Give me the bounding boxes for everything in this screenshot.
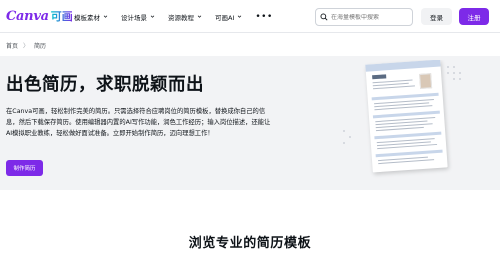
resume-preview-image — [365, 60, 448, 173]
make-resume-button[interactable]: 制作简历 — [6, 160, 43, 176]
section-title: 浏览专业的简历模板 — [188, 236, 312, 251]
search-input[interactable] — [331, 13, 411, 21]
hero-title: 出色简历，求职脱颖而出 — [6, 75, 204, 95]
nav-resources-label: 资源教程 — [168, 13, 194, 22]
nav-canva-ai[interactable]: 可画AI — [215, 12, 242, 22]
nav-resources[interactable]: 资源教程 — [168, 12, 202, 22]
chevron-down-icon — [197, 15, 202, 18]
nav-templates-label: 模板素材 — [74, 13, 100, 22]
chevron-down-icon — [238, 15, 242, 18]
hero-description: 在Canva可画，轻松制作完美的简历。只需选择符合应聘岗位的简历模板，替换成你自… — [6, 108, 271, 137]
profile-photo — [419, 73, 433, 89]
logo-chinese: 可画 — [50, 10, 73, 23]
nav-templates[interactable]: 模板素材 — [74, 12, 108, 22]
breadcrumb-current: 简历 — [34, 43, 47, 50]
chevron-down-icon — [103, 15, 108, 18]
more-menu-icon[interactable]: ••• — [255, 12, 272, 22]
breadcrumb-home[interactable]: 首页 — [6, 41, 18, 50]
chevron-down-icon — [150, 15, 155, 18]
resume-illustration — [325, 60, 495, 190]
logo-wordmark: Canva — [6, 8, 49, 24]
canva-logo[interactable]: Canva 可画 — [6, 7, 73, 25]
breadcrumb-separator: 〉 — [23, 43, 30, 50]
nav-design-scenes-label: 设计场景 — [121, 13, 147, 22]
main-nav: 模板素材 设计场景 资源教程 可画AI ••• — [74, 0, 273, 33]
nav-canva-ai-label: 可画AI — [215, 13, 235, 22]
search-icon — [320, 13, 328, 21]
nav-design-scenes[interactable]: 设计场景 — [121, 12, 155, 22]
search-box[interactable] — [315, 8, 413, 26]
top-navigation-bar: Canva 可画 模板素材 设计场景 资源教程 可画AI ••• 登录 注册 — [0, 0, 500, 33]
login-button[interactable]: 登录 — [421, 8, 452, 25]
signup-button[interactable]: 注册 — [459, 8, 489, 25]
breadcrumb: 首页 〉 简历 — [6, 41, 46, 50]
